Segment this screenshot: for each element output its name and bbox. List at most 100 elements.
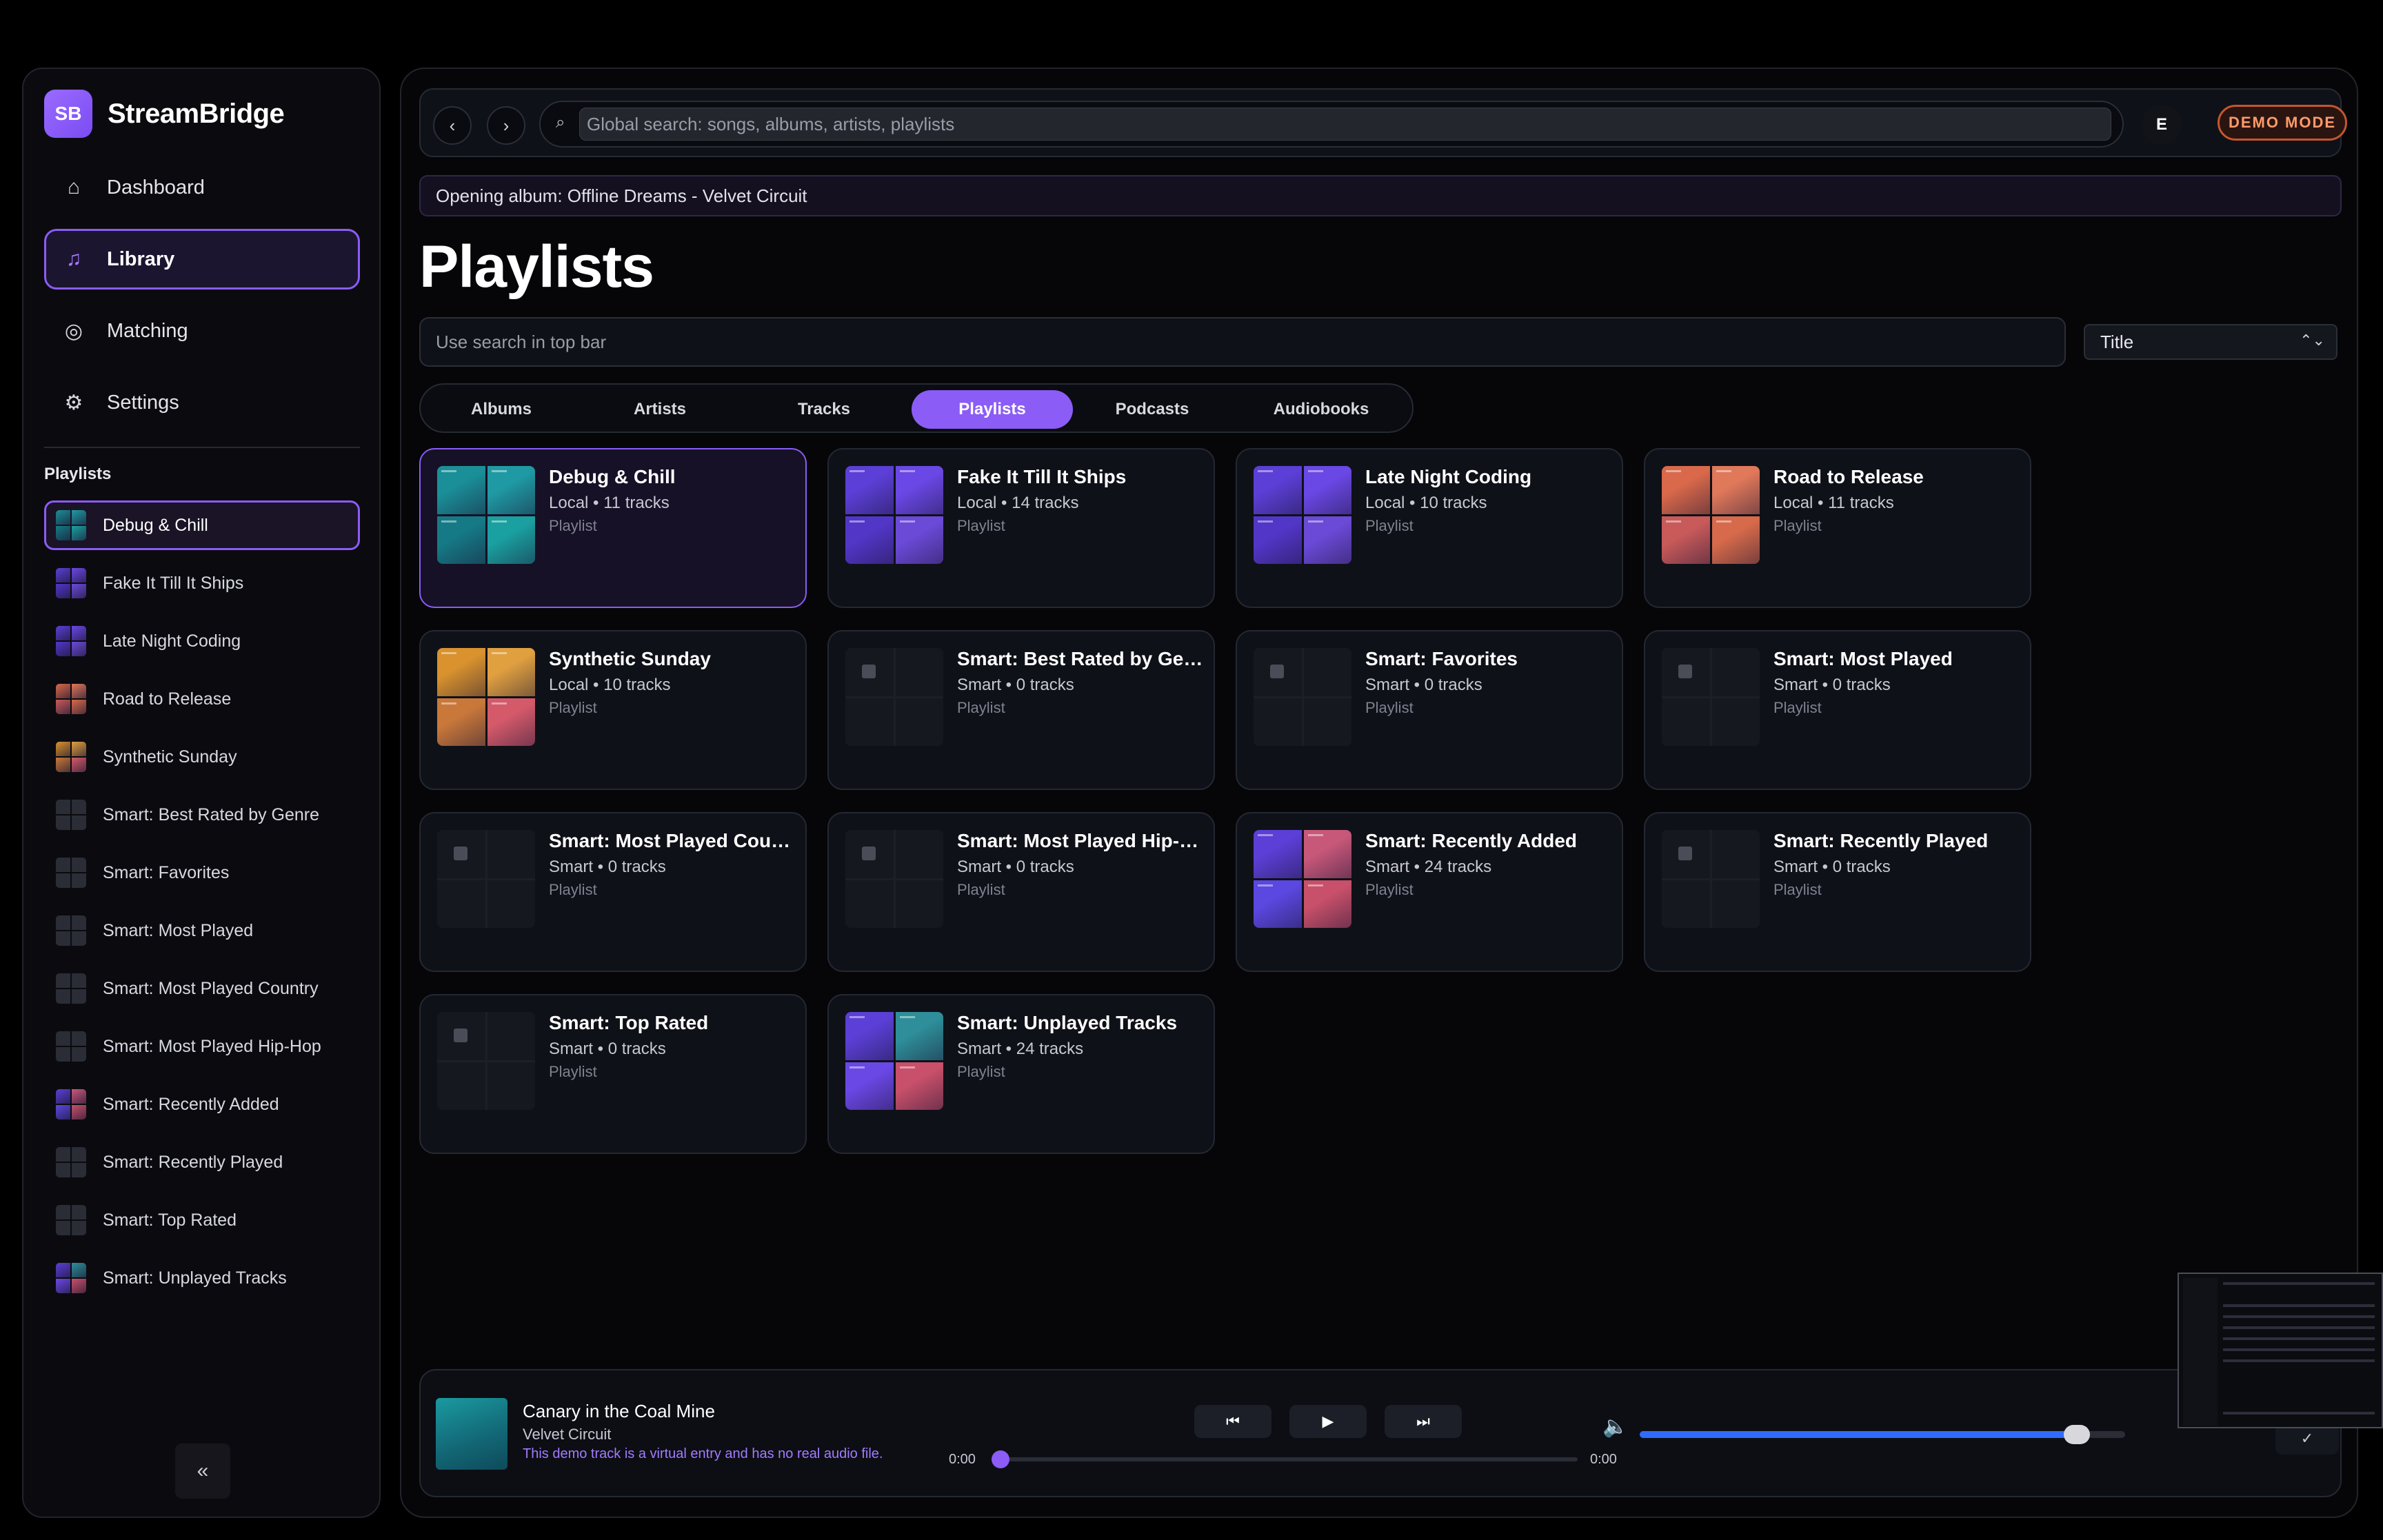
playlist-card[interactable]: Fake It Till It Ships Local • 14 tracks Pl… [827, 448, 1215, 608]
global-search-input[interactable] [579, 108, 2111, 141]
cover-tile [437, 1062, 485, 1110]
cover-tile [895, 648, 943, 696]
sidebar-playlist-late-night-coding[interactable]: Late Night Coding [44, 616, 360, 666]
playlist-card-title: Smart: Top Rated [549, 1012, 709, 1033]
cover-tile [487, 516, 535, 564]
user-avatar[interactable]: E [2142, 105, 2182, 145]
play-button[interactable]: ▶ [1289, 1405, 1367, 1438]
status-message: Opening album: Offline Dreams - Velvet C… [419, 175, 2342, 216]
cover-tile [1711, 698, 1760, 746]
sidebar-playlist-smart-unplayed-tracks[interactable]: Smart: Unplayed Tracks [44, 1253, 360, 1303]
sidebar-playlist-synthetic-sunday[interactable]: Synthetic Sunday [44, 732, 360, 782]
library-tabs: Albums Artists Tracks Playlists Podcasts Audi… [419, 383, 1414, 433]
placeholder-icon [1678, 665, 1692, 678]
playlist-card-title: Smart: Favorites [1365, 648, 1518, 669]
art-tile [56, 915, 70, 930]
playlist-card[interactable]: Smart: Unplayed Tracks Smart • 24 tracks P… [827, 994, 1215, 1154]
art-tile [72, 800, 86, 814]
sidebar-playlist-list: Debug & Chill Fake It Till It Ships Late N… [44, 500, 360, 1311]
sidebar-playlist-smart-most-played-hip-hop[interactable]: Smart: Most Played Hip-Hop [44, 1022, 360, 1071]
cover-tile [437, 466, 485, 514]
placeholder-icon [454, 1029, 467, 1042]
playlist-cover [1254, 648, 1351, 746]
sidebar-playlist-label: Synthetic Sunday [103, 747, 237, 767]
tab-tracks[interactable]: Tracks [749, 390, 899, 429]
playlist-card[interactable]: Smart: Most Played Smart • 0 tracks Playli… [1644, 630, 2031, 790]
playlist-cover [437, 466, 535, 564]
screenshot-preview-thumbnail[interactable] [2178, 1273, 2383, 1428]
sidebar-playlist-fake-it-till-it-ships[interactable]: Fake It Till It Ships [44, 558, 360, 608]
playlist-card[interactable]: Synthetic Sunday Local • 10 tracks Playlis… [419, 630, 807, 790]
back-button[interactable]: ‹ [433, 106, 472, 145]
tab-podcasts[interactable]: Podcasts [1077, 390, 1227, 429]
art-tile [56, 700, 70, 714]
playlist-card[interactable]: Late Night Coding Local • 10 tracks Playli… [1236, 448, 1623, 608]
tab-playlists[interactable]: Playlists [912, 390, 1073, 429]
nav-item-settings[interactable]: ⚙ Settings [44, 372, 360, 433]
nav-item-label: Matching [107, 319, 188, 342]
brand[interactable]: SB StreamBridge [44, 90, 285, 138]
playlist-card-meta: Local • 10 tracks [1365, 494, 1487, 512]
playlist-card-meta: Local • 11 tracks [549, 494, 670, 512]
playlist-card[interactable]: Smart: Most Played Hip-Hop Smart • 0 trac… [827, 812, 1215, 972]
sidebar-playlist-smart-most-played-country[interactable]: Smart: Most Played Country [44, 964, 360, 1013]
next-track-button[interactable]: ⏭ [1385, 1405, 1462, 1438]
library-search-input[interactable] [419, 317, 2066, 367]
playlist-card[interactable]: Debug & Chill Local • 11 tracks Playlist [419, 448, 807, 608]
playlist-card[interactable]: Smart: Most Played Country Smart • 0 trac… [419, 812, 807, 972]
now-playing-title[interactable]: Canary in the Coal Mine [523, 1401, 715, 1422]
home-icon: ⌂ [67, 176, 81, 199]
placeholder-icon [862, 847, 876, 860]
now-playing-artist[interactable]: Velvet Circuit [523, 1426, 611, 1443]
tab-artists[interactable]: Artists [585, 390, 735, 429]
sidebar-playlist-smart-recently-played[interactable]: Smart: Recently Played [44, 1137, 360, 1187]
page-title: Playlists [419, 234, 654, 300]
forward-button[interactable]: › [487, 106, 525, 145]
volume-handle[interactable] [2063, 1425, 2090, 1444]
sidebar-playlist-smart-most-played[interactable]: Smart: Most Played [44, 906, 360, 955]
sidebar-playlist-debug-chill[interactable]: Debug & Chill [44, 500, 360, 550]
sidebar-playlist-label: Smart: Favorites [103, 862, 230, 882]
cover-tile [437, 648, 485, 696]
demo-mode-badge[interactable]: DEMO MODE [2218, 105, 2347, 141]
now-playing-artwork[interactable] [436, 1398, 507, 1470]
cover-tile [487, 880, 535, 928]
volume-icon[interactable]: 🔈 [1602, 1415, 1628, 1439]
playlist-card-title: Smart: Unplayed Tracks [957, 1012, 1178, 1033]
tab-audiobooks[interactable]: Audiobooks [1240, 390, 1402, 429]
sidebar-playlist-road-to-release[interactable]: Road to Release [44, 674, 360, 724]
progress-handle[interactable] [992, 1450, 1009, 1468]
playlist-art [56, 626, 86, 656]
playlist-card[interactable]: Smart: Recently Added Smart • 24 tracks Pl… [1236, 812, 1623, 972]
sidebar-playlist-smart-top-rated[interactable]: Smart: Top Rated [44, 1195, 360, 1245]
nav-item-library[interactable]: ♫ Library [44, 229, 360, 290]
collapse-sidebar-button[interactable]: « [175, 1443, 230, 1499]
music-note-icon: ♫ [66, 247, 82, 270]
playlist-card-type: Playlist [957, 881, 1005, 898]
playlist-card[interactable]: Smart: Best Rated by Genre Smart • 0 trac… [827, 630, 1215, 790]
playlist-card[interactable]: Smart: Top Rated Smart • 0 tracks Playlist [419, 994, 807, 1154]
art-tile [56, 858, 70, 872]
target-icon: ◎ [64, 319, 83, 343]
sidebar-playlist-smart-best-rated-by-genre[interactable]: Smart: Best Rated by Genre [44, 790, 360, 840]
nav-item-dashboard[interactable]: ⌂ Dashboard [44, 157, 360, 218]
volume-slider[interactable] [1640, 1425, 2125, 1444]
previous-track-button[interactable]: ⏮ [1194, 1405, 1271, 1438]
playlist-card[interactable]: Smart: Recently Played Smart • 0 tracks Pl… [1644, 812, 2031, 972]
playlist-card-type: Playlist [549, 699, 597, 716]
playlist-card[interactable]: Smart: Favorites Smart • 0 tracks Playlist [1236, 630, 1623, 790]
nav-item-matching[interactable]: ◎ Matching [44, 301, 360, 361]
cover-tile [895, 1062, 943, 1110]
progress-track[interactable] [997, 1457, 1578, 1461]
art-tile [56, 510, 70, 525]
cover-tile [895, 880, 943, 928]
playlist-card-meta: Local • 11 tracks [1773, 494, 1894, 512]
sidebar-playlist-smart-favorites[interactable]: Smart: Favorites [44, 848, 360, 898]
cover-tile [1662, 516, 1710, 564]
playlist-card[interactable]: Road to Release Local • 11 tracks Playlist [1644, 448, 2031, 608]
sort-select[interactable]: Title ⌃⌄ [2084, 324, 2337, 360]
sidebar-playlist-smart-recently-added[interactable]: Smart: Recently Added [44, 1080, 360, 1129]
thumbnail-player [2223, 1412, 2375, 1415]
cover-tile [1662, 466, 1710, 514]
tab-albums[interactable]: Albums [426, 390, 576, 429]
